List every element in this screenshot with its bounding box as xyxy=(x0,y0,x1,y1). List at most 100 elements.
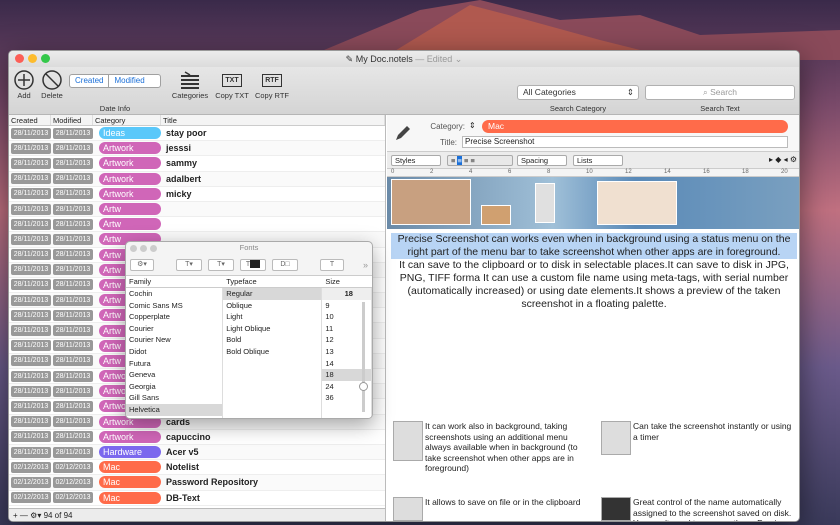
table-row[interactable]: 28/11/2013 28/11/2013 Artw xyxy=(9,217,385,233)
table-row[interactable]: 28/11/2013 28/11/2013 Hardware Acer v5 xyxy=(9,444,385,461)
search-field[interactable]: ⌕ Search xyxy=(645,85,795,100)
title-field[interactable]: Precise Screenshot xyxy=(462,136,788,148)
size-slider-knob[interactable] xyxy=(358,382,368,391)
created-date: 28/11/2013 xyxy=(11,188,51,200)
created-segment[interactable]: Created xyxy=(70,75,108,87)
copy-txt-button[interactable]: TXT Copy TXT xyxy=(213,69,251,100)
copy-rtf-button[interactable]: RTF Copy RTF xyxy=(253,69,291,100)
table-row[interactable]: 28/11/2013 28/11/2013 Artwork micky xyxy=(9,187,385,202)
font-family-item[interactable]: Courier xyxy=(126,323,222,335)
category-stepper-icon[interactable]: ⇕ xyxy=(469,121,476,130)
created-date: 28/11/2013 xyxy=(11,431,51,443)
document-color-well[interactable]: D□ xyxy=(272,259,298,271)
created-date: 02/12/2013 xyxy=(11,461,51,473)
typeface-item[interactable]: Oblique xyxy=(223,300,321,312)
column-modified[interactable]: Modified xyxy=(51,115,93,125)
note-body[interactable]: Precise Screenshot can works even when i… xyxy=(387,229,799,315)
add-note-small-button[interactable]: + xyxy=(13,511,20,520)
typeface-item[interactable]: Bold xyxy=(223,334,321,346)
lists-select[interactable]: Lists xyxy=(573,155,623,166)
fonts-close-button[interactable] xyxy=(130,245,137,252)
close-window-button[interactable] xyxy=(15,54,24,63)
table-row[interactable]: 28/11/2013 28/11/2013 Artw xyxy=(9,201,385,218)
ruler-mark: 12 xyxy=(625,169,632,175)
table-row[interactable]: 28/11/2013 28/11/2013 Ideas stay poor xyxy=(9,126,385,142)
stack-icon xyxy=(181,71,199,89)
created-date: 02/12/2013 xyxy=(11,476,51,488)
font-family-item[interactable]: Futura xyxy=(126,358,222,370)
font-family-item[interactable]: Gill Sans xyxy=(126,392,222,404)
document-icon: ✎ xyxy=(345,54,356,64)
align-justify-icon[interactable]: ≡ xyxy=(464,156,468,165)
categories-button[interactable]: Categories xyxy=(171,69,209,100)
expand-chevron-icon[interactable]: » xyxy=(363,260,368,270)
category-badge: Ideas xyxy=(99,127,161,140)
typeface-item[interactable]: Light xyxy=(223,311,321,323)
created-date: 28/11/2013 xyxy=(11,233,51,245)
minimize-window-button[interactable] xyxy=(28,54,37,63)
modified-date: 28/11/2013 xyxy=(53,431,93,443)
strikethrough-menu[interactable]: T▾ xyxy=(208,259,234,271)
category-value[interactable]: Mac xyxy=(482,120,788,133)
modified-date: 02/12/2013 xyxy=(53,492,93,504)
created-date: 02/12/2013 xyxy=(11,492,51,504)
search-category-label: Search Category xyxy=(549,104,607,113)
category-badge: Artwork xyxy=(99,142,161,155)
typeface-item[interactable]: Light Oblique xyxy=(223,323,321,335)
styles-select[interactable]: Styles xyxy=(391,155,441,166)
gear-icon[interactable]: ⚙▾ xyxy=(30,511,43,520)
underline-menu[interactable]: T▾ xyxy=(176,259,202,271)
category-filter-select[interactable]: All Categories ⇕ xyxy=(517,85,639,100)
size-slider[interactable] xyxy=(358,302,368,412)
align-left-icon[interactable]: ≡ xyxy=(451,156,455,165)
modified-date: 28/11/2013 xyxy=(53,370,93,382)
add-button[interactable]: Add xyxy=(13,69,35,100)
fonts-max-button[interactable] xyxy=(150,245,157,252)
column-created[interactable]: Created xyxy=(9,115,51,125)
edited-indicator[interactable]: — Edited ⌄ xyxy=(415,54,462,64)
created-date: 28/11/2013 xyxy=(11,203,51,215)
remove-note-small-button[interactable]: — xyxy=(20,511,30,520)
align-center-icon[interactable]: ≡ xyxy=(457,156,462,165)
font-family-item[interactable]: Georgia xyxy=(126,381,222,393)
font-family-item[interactable]: Helvetica xyxy=(126,403,223,416)
font-actions-gear-icon[interactable]: ⚙▾ xyxy=(130,259,154,271)
category-badge: Mac xyxy=(99,461,161,474)
category-badge: Mac xyxy=(99,491,161,504)
modified-segment[interactable]: Modified xyxy=(108,75,149,87)
search-text-label: Search Text xyxy=(700,104,740,113)
spacing-select[interactable]: Spacing xyxy=(517,155,567,166)
font-family-item[interactable]: Geneva xyxy=(126,369,222,381)
table-row[interactable]: 02/12/2013 02/12/2013 Mac Password Reposito… xyxy=(9,475,385,491)
table-row[interactable]: 28/11/2013 28/11/2013 Artwork capuccino xyxy=(9,430,385,445)
alignment-control[interactable]: ≡ ≡ ≡ ≡ xyxy=(447,155,513,166)
column-title[interactable]: Title xyxy=(161,115,385,125)
fonts-title-bar: Fonts xyxy=(126,242,372,254)
font-family-item[interactable]: Cochin xyxy=(126,288,222,300)
shadow-toggle[interactable]: T xyxy=(320,259,344,271)
font-family-item[interactable]: Copperplate xyxy=(126,311,222,323)
table-row[interactable]: 02/12/2013 02/12/2013 Mac Notelist xyxy=(9,460,385,476)
typeface-item[interactable]: Regular xyxy=(223,288,322,300)
fonts-min-button[interactable] xyxy=(140,245,147,252)
created-date: 28/11/2013 xyxy=(11,325,51,337)
column-category[interactable]: Category xyxy=(93,115,161,125)
font-family-item[interactable]: Didot xyxy=(126,346,222,358)
table-row[interactable]: 02/12/2013 02/12/2013 Mac DB-Text xyxy=(9,491,385,506)
table-row[interactable]: 28/11/2013 28/11/2013 Artwork adalbert xyxy=(9,171,385,187)
table-row[interactable]: 28/11/2013 28/11/2013 Artwork sammy xyxy=(9,156,385,172)
align-right-icon[interactable]: ≡ xyxy=(470,156,474,165)
modified-date: 28/11/2013 xyxy=(53,233,93,245)
ruler-controls[interactable]: ▸ ◆ ◂ ⚙ xyxy=(769,155,797,164)
size-field[interactable]: 18 xyxy=(322,288,371,300)
font-family-item[interactable]: Comic Sans MS xyxy=(126,300,222,312)
table-row[interactable]: 28/11/2013 28/11/2013 Artwork jesssi xyxy=(9,141,385,157)
font-family-item[interactable]: Courier New xyxy=(126,334,222,346)
search-placeholder: Search xyxy=(710,87,738,97)
text-color-well[interactable]: T xyxy=(240,259,266,271)
delete-button[interactable]: Delete xyxy=(39,69,65,100)
modified-date: 28/11/2013 xyxy=(53,157,93,169)
copy-rtf-label: Copy RTF xyxy=(254,91,290,100)
zoom-window-button[interactable] xyxy=(41,54,50,63)
typeface-item[interactable]: Bold Oblique xyxy=(223,346,321,358)
